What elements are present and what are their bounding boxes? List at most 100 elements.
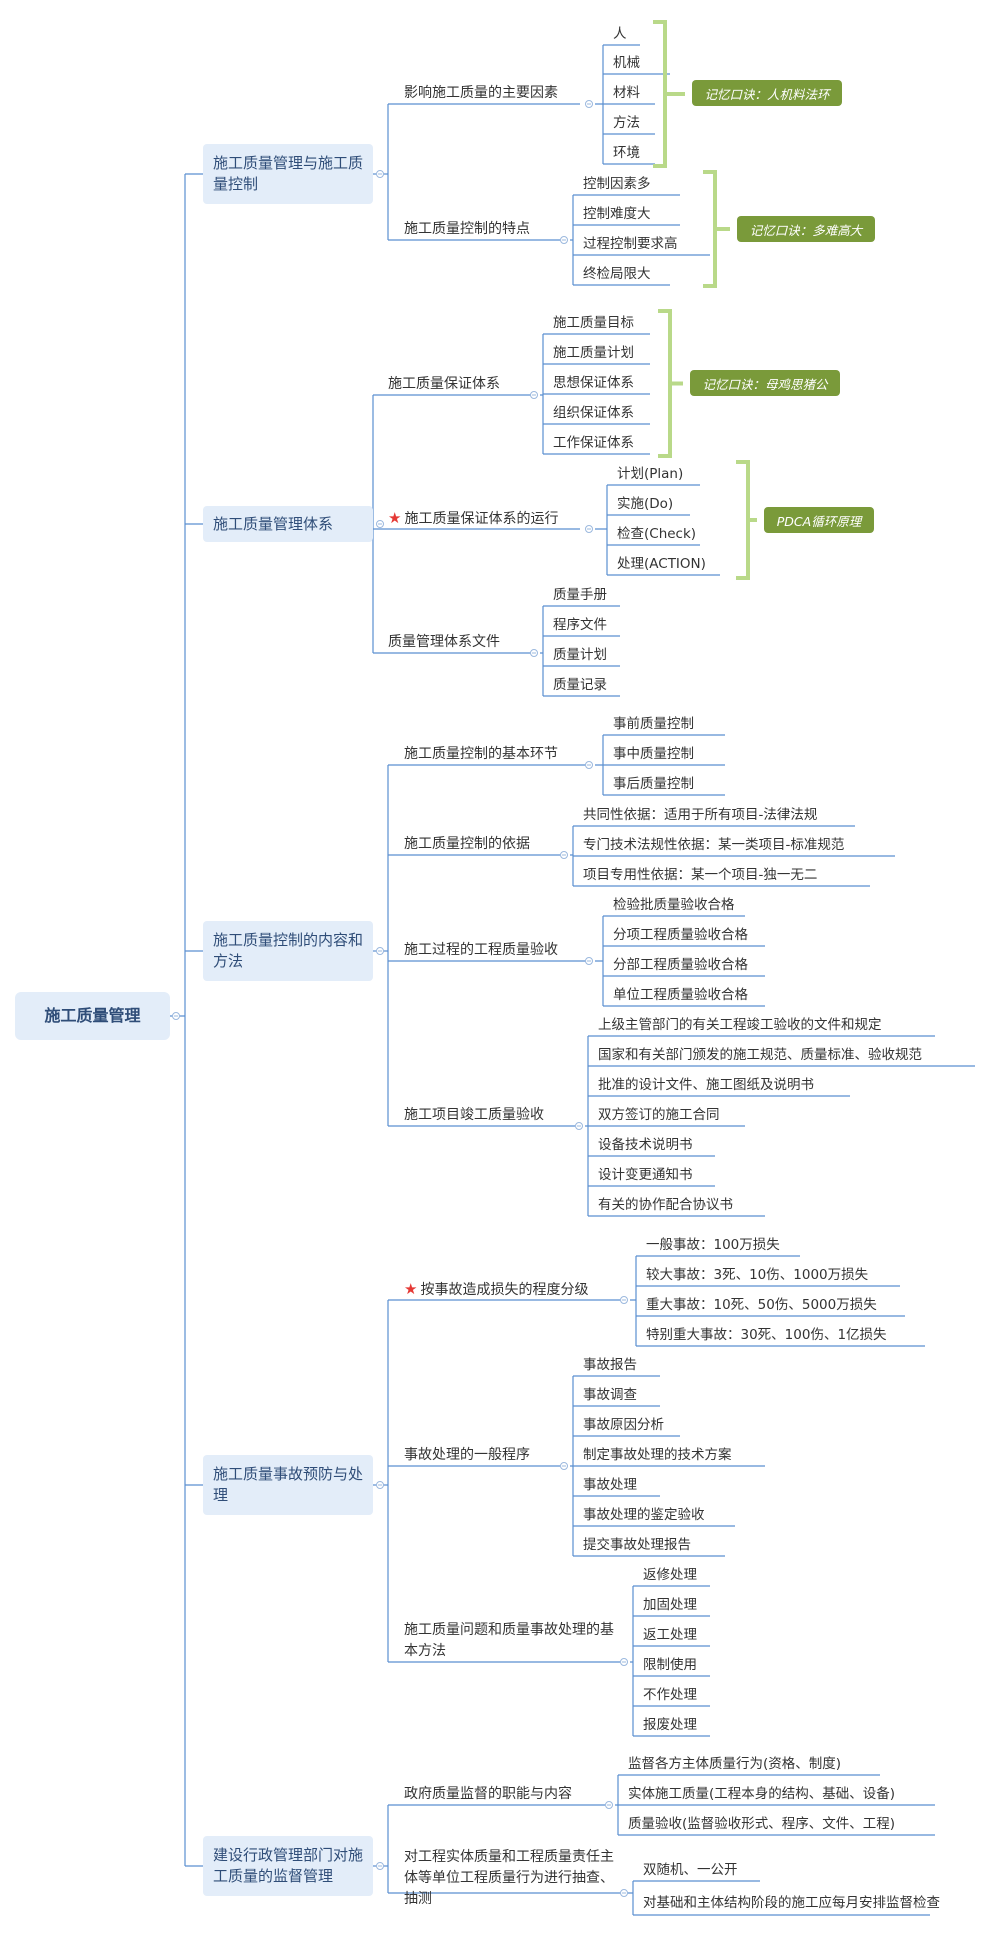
leaf-treatment-report[interactable]: 提交事故处理报告 — [583, 1536, 691, 1554]
leaf-restricted-use[interactable]: 限制使用 — [643, 1656, 697, 1674]
leaf-procedure-file[interactable]: 程序文件 — [553, 616, 607, 634]
leaf-party-behavior[interactable]: 监督各方主体质量行为(资格、制度) — [628, 1755, 841, 1773]
leaf-environment[interactable]: 环境 — [613, 144, 640, 162]
leaf-batch-acceptance[interactable]: 检验批质量验收合格 — [613, 896, 735, 914]
leaf-work-system[interactable]: 工作保证体系 — [553, 434, 634, 452]
leaf-national-standards[interactable]: 国家和有关部门颁发的施工规范、质量标准、验收规范 — [598, 1046, 922, 1064]
root-node[interactable]: 施工质量管理 — [15, 992, 170, 1040]
star-icon: ★ — [388, 509, 402, 527]
branch-treatment-methods[interactable]: 施工质量问题和质量事故处理的基本方法 — [404, 1620, 619, 1662]
leaf-general-accident[interactable]: 一般事故：100万损失 — [646, 1236, 780, 1254]
leaf-trunk — [630, 1256, 637, 1346]
branch-system-documents[interactable]: 质量管理体系文件 — [388, 633, 500, 651]
section-government-supervision[interactable]: 建设行政管理部门对施工质量的监督管理 — [203, 1836, 373, 1896]
leaf-person[interactable]: 人 — [613, 25, 627, 43]
leaf-no-treatment[interactable]: 不作处理 — [643, 1686, 697, 1704]
leaf-trunk — [570, 1376, 574, 1556]
section-control-methods[interactable]: 施工质量控制的内容和方法 — [203, 921, 373, 981]
leaf-especially-major-accident[interactable]: 特别重大事故：30死、100伤、1亿损失 — [646, 1326, 887, 1344]
branch-accident-procedure[interactable]: 事故处理的一般程序 — [404, 1446, 530, 1464]
leaf-accident-treatment[interactable]: 事故处理 — [583, 1476, 637, 1494]
leaf-treatment-acceptance[interactable]: 事故处理的鉴定验收 — [583, 1506, 705, 1524]
leaf-many-factors[interactable]: 控制因素多 — [583, 175, 651, 193]
root-trunk — [170, 174, 186, 1866]
leaf-technical-plan[interactable]: 制定事故处理的技术方案 — [583, 1446, 732, 1464]
branch-label: 按事故造成损失的程度分级 — [420, 1282, 589, 1298]
section-quality-control[interactable]: 施工质量管理与施工质量控制 — [203, 144, 373, 204]
branch-control-basis[interactable]: 施工质量控制的依据 — [404, 835, 530, 853]
leaf-accident-report[interactable]: 事故报告 — [583, 1356, 637, 1374]
leaf-quality-plan[interactable]: 施工质量计划 — [553, 344, 634, 362]
leaf-larger-accident[interactable]: 较大事故：3死、10伤、1000万损失 — [646, 1266, 868, 1284]
leaf-quality-goal[interactable]: 施工质量目标 — [553, 314, 634, 332]
summary-bracket — [658, 309, 683, 458]
leaf-org-system[interactable]: 组织保证体系 — [553, 404, 634, 422]
leaf-trunk — [570, 826, 574, 886]
leaf-monthly-inspection[interactable]: 对基础和主体结构阶段的施工应每月安排监督检查 — [643, 1893, 958, 1913]
leaf-plan[interactable]: 计划(Plan) — [617, 465, 683, 483]
branch-spot-checks[interactable]: 对工程实体质量和工程质量责任主体等单位工程质量行为进行抽查、抽测 — [404, 1847, 619, 1910]
leaf-quality-plan-doc[interactable]: 质量计划 — [553, 646, 607, 664]
leaf-trunk — [540, 606, 544, 696]
leaf-trunk — [595, 735, 604, 795]
leaf-construction-contract[interactable]: 双方签订的施工合同 — [598, 1106, 720, 1124]
leaf-design-documents[interactable]: 批准的设计文件、施工图纸及说明书 — [598, 1076, 814, 1094]
leaf-item-acceptance[interactable]: 分项工程质量验收合格 — [613, 926, 748, 944]
leaf-material[interactable]: 材料 — [613, 84, 640, 102]
leaf-method[interactable]: 方法 — [613, 114, 640, 132]
leaf-do[interactable]: 实施(Do) — [617, 495, 673, 513]
leaf-design-change[interactable]: 设计变更通知书 — [598, 1166, 693, 1184]
leaf-major-accident[interactable]: 重大事故：10死、50伤、5000万损失 — [646, 1296, 877, 1314]
section-accident-handling[interactable]: 施工质量事故预防与处理 — [203, 1455, 373, 1515]
mnemonic-tag: PDCA循环原理 — [764, 507, 874, 533]
leaf-quality-record[interactable]: 质量记录 — [553, 676, 607, 694]
leaf-quality-manual[interactable]: 质量手册 — [553, 586, 607, 604]
section-quality-system[interactable]: 施工质量管理体系 — [203, 506, 373, 542]
leaf-rework[interactable]: 返工处理 — [643, 1626, 697, 1644]
leaf-pre-control[interactable]: 事前质量控制 — [613, 715, 694, 733]
leaf-process-control[interactable]: 过程控制要求高 — [583, 235, 678, 253]
leaf-reinforce[interactable]: 加固处理 — [643, 1596, 697, 1614]
leaf-scrap[interactable]: 报废处理 — [643, 1716, 697, 1734]
branch-process-acceptance[interactable]: 施工过程的工程质量验收 — [404, 941, 558, 959]
leaf-part-acceptance[interactable]: 分部工程质量验收合格 — [613, 956, 748, 974]
branch-assurance-system[interactable]: 施工质量保证体系 — [388, 375, 500, 393]
leaf-check[interactable]: 检查(Check) — [617, 525, 696, 543]
leaf-authority-documents[interactable]: 上级主管部门的有关工程竣工验收的文件和规定 — [598, 1016, 882, 1034]
leaf-action[interactable]: 处理(ACTION) — [617, 555, 706, 573]
leaf-accident-investigation[interactable]: 事故调查 — [583, 1386, 637, 1404]
branch-main-factors[interactable]: 影响施工质量的主要因素 — [404, 84, 558, 102]
leaf-equipment-manual[interactable]: 设备技术说明书 — [598, 1136, 693, 1154]
leaf-trunk — [595, 485, 608, 575]
leaf-common-basis[interactable]: 共同性依据：适用于所有项目-法律法规 — [583, 806, 817, 824]
leaf-final-inspection[interactable]: 终检局限大 — [583, 265, 651, 283]
leaf-project-basis[interactable]: 项目专用性依据：某一个项目-独一无二 — [583, 866, 817, 884]
branch-accident-levels[interactable]: ★ 按事故造成损失的程度分级 — [404, 1280, 588, 1299]
leaf-quality-acceptance[interactable]: 质量验收(监督验收形式、程序、文件、工程) — [628, 1815, 895, 1833]
leaf-double-random[interactable]: 双随机、一公开 — [643, 1861, 738, 1879]
leaf-entity-quality[interactable]: 实体施工质量(工程本身的结构、基础、设备) — [628, 1785, 895, 1803]
leaf-repair[interactable]: 返修处理 — [643, 1566, 697, 1584]
leaf-high-difficulty[interactable]: 控制难度大 — [583, 205, 651, 223]
branch-completion-acceptance[interactable]: 施工项目竣工质量验收 — [404, 1106, 544, 1124]
branch-system-operation[interactable]: ★ 施工质量保证体系的运行 — [388, 509, 558, 528]
mnemonic-tag: 记忆口诀：母鸡思猪公 — [690, 370, 840, 396]
leaf-thought-system[interactable]: 思想保证体系 — [553, 374, 634, 392]
leaf-post-control[interactable]: 事后质量控制 — [613, 775, 694, 793]
branch-label: 施工质量保证体系的运行 — [404, 511, 559, 527]
leaf-trunk — [570, 195, 574, 285]
star-icon: ★ — [404, 1280, 418, 1298]
leaf-in-control[interactable]: 事中质量控制 — [613, 745, 694, 763]
leaf-cause-analysis[interactable]: 事故原因分析 — [583, 1416, 664, 1434]
branch-basic-links[interactable]: 施工质量控制的基本环节 — [404, 745, 558, 763]
leaf-trunk — [630, 1586, 634, 1736]
branch-control-features[interactable]: 施工质量控制的特点 — [404, 220, 530, 238]
leaf-cooperation-agreement[interactable]: 有关的协作配合协议书 — [598, 1196, 733, 1214]
mnemonic-tag: 记忆口诀：人机料法环 — [692, 80, 842, 106]
leaf-machinery[interactable]: 机械 — [613, 54, 640, 72]
leaf-unit-acceptance[interactable]: 单位工程质量验收合格 — [613, 986, 748, 1004]
branch-supervision-functions[interactable]: 政府质量监督的职能与内容 — [404, 1785, 572, 1803]
summary-bracket — [736, 460, 757, 580]
leaf-technical-basis[interactable]: 专门技术法规性依据：某一类项目-标准规范 — [583, 836, 844, 854]
leaf-trunk — [595, 916, 604, 1006]
